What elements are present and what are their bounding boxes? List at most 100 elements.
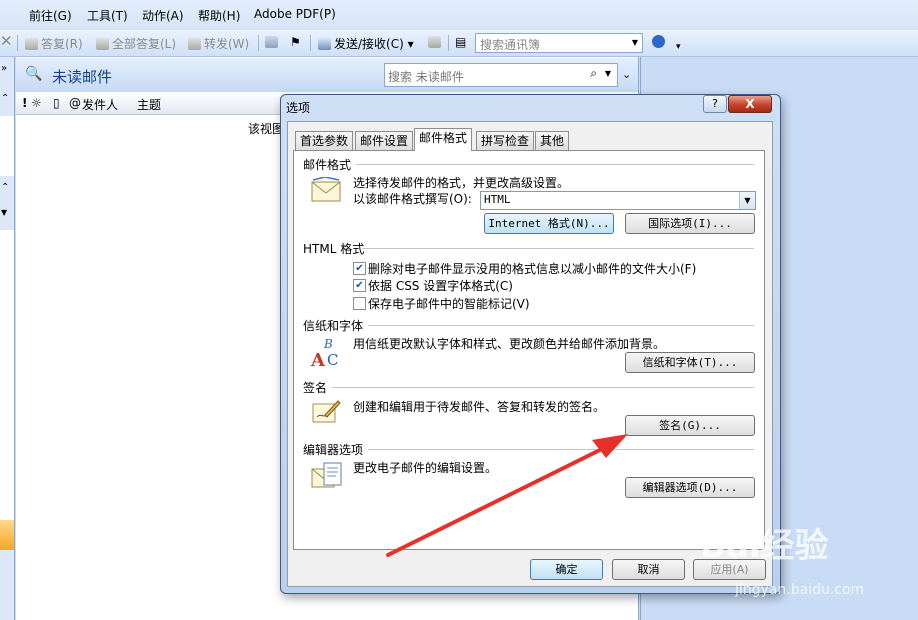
toolbar-separator bbox=[448, 35, 449, 51]
send-receive-icon bbox=[318, 38, 331, 50]
reply-button[interactable]: 答复(R) bbox=[25, 35, 83, 52]
international-options-button[interactable]: 国际选项(I)... bbox=[625, 213, 755, 234]
toolbar: ✕ 答复(R) 全部答复(L) 转发(W) ⚑ 发送/接收(C) ▾ ▤ ▾ bbox=[0, 30, 918, 57]
section-signature: 签名 bbox=[303, 381, 328, 395]
envelope-icon bbox=[311, 177, 341, 202]
categorize-icon[interactable] bbox=[265, 35, 281, 49]
compose-format-value: HTML bbox=[484, 193, 511, 206]
watermark-url: jingyan.baidu.com bbox=[735, 582, 865, 598]
section-divider bbox=[362, 248, 754, 250]
search-folder-icon: 🔍 bbox=[25, 66, 43, 82]
help-button[interactable]: ? bbox=[703, 95, 727, 113]
section-divider bbox=[368, 325, 754, 327]
svg-text:C: C bbox=[327, 351, 338, 368]
send-receive-button[interactable]: 发送/接收(C) ▾ bbox=[318, 35, 414, 52]
delete-icon[interactable]: ✕ bbox=[0, 32, 13, 50]
menu-go[interactable]: 前往(G) bbox=[29, 7, 72, 24]
close-button[interactable]: X bbox=[728, 95, 772, 113]
toolbar-separator bbox=[258, 35, 259, 51]
dialog-title: 选项 bbox=[286, 101, 311, 115]
signature-button[interactable]: 签名(G)... bbox=[625, 415, 755, 436]
navigation-pane-selected[interactable] bbox=[0, 520, 14, 550]
address-search-placeholder: 搜索通讯簿 bbox=[480, 38, 541, 52]
stationery-fonts-button[interactable]: 信纸和字体(T)... bbox=[625, 352, 755, 373]
option-checkbox-reduce-size[interactable]: ✔ bbox=[353, 262, 366, 275]
mail-format-description: 选择待发邮件的格式，并更改高级设置。 bbox=[353, 176, 570, 190]
editor-description: 更改电子邮件的编辑设置。 bbox=[353, 461, 498, 475]
envelope-icon[interactable] bbox=[428, 35, 444, 49]
internet-format-button[interactable]: Internet 格式(N)... bbox=[484, 213, 614, 234]
compose-format-select[interactable]: HTML ▼ bbox=[480, 191, 756, 210]
expand-search-icon[interactable]: ⌄ bbox=[622, 68, 631, 81]
column-from[interactable]: 发件人 bbox=[82, 96, 118, 113]
reply-icon bbox=[25, 38, 38, 50]
section-editor: 编辑器选项 bbox=[303, 443, 364, 457]
section-divider bbox=[368, 449, 754, 451]
toolbar-separator bbox=[310, 35, 311, 51]
chevron-down-icon[interactable]: ▼ bbox=[1, 208, 7, 217]
empty-view-message: 该视图 bbox=[248, 122, 285, 136]
icon-column-icon[interactable]: ▯ bbox=[53, 96, 60, 110]
compose-format-label: 以该邮件格式撰写(O): bbox=[353, 192, 472, 206]
tab-mail-format[interactable]: 邮件格式 bbox=[414, 128, 473, 151]
reply-all-icon bbox=[96, 38, 109, 50]
watermark-brand: Bai经验 bbox=[700, 526, 829, 566]
chevron-right-icon[interactable]: » bbox=[1, 63, 7, 74]
chevron-down-icon[interactable]: ▼ bbox=[628, 34, 642, 52]
option-label-css: 依据 CSS 设置字体格式(C) bbox=[368, 279, 513, 293]
folder-title: 未读邮件 bbox=[52, 68, 113, 86]
tab-preferences[interactable]: 首选参数 bbox=[295, 131, 354, 150]
address-book-icon[interactable]: ▤ bbox=[455, 35, 466, 49]
section-divider bbox=[356, 164, 754, 166]
menu-help[interactable]: 帮助(H) bbox=[198, 7, 240, 24]
reminder-column-icon[interactable]: ☼ bbox=[31, 96, 42, 110]
attachment-column-icon[interactable]: @ bbox=[69, 96, 81, 110]
menu-tools[interactable]: 工具(T) bbox=[87, 7, 128, 24]
chevron-down-icon[interactable]: ▼ bbox=[605, 69, 611, 78]
column-subject[interactable]: 主题 bbox=[137, 96, 161, 113]
mail-search-placeholder: 搜索 未读邮件 bbox=[388, 70, 464, 84]
svg-text:B: B bbox=[323, 337, 333, 351]
option-label-reduce-size: 删除对电子邮件显示没用的格式信息以减小邮件的文件大小(F) bbox=[368, 262, 697, 276]
search-icon[interactable]: ⌕ bbox=[590, 66, 597, 81]
menu-adobe-pdf[interactable]: Adobe PDF(P) bbox=[254, 7, 336, 21]
reply-label: 答复(R) bbox=[41, 37, 83, 51]
section-html-format: HTML 格式 bbox=[303, 242, 365, 256]
menu-actions[interactable]: 动作(A) bbox=[142, 7, 184, 24]
signature-description: 创建和编辑用于待发邮件、答复和转发的签名。 bbox=[353, 400, 606, 414]
stationery-fonts-icon: B A C bbox=[310, 337, 338, 368]
editor-options-icon bbox=[311, 462, 342, 488]
tab-mail-setup[interactable]: 邮件设置 bbox=[355, 131, 414, 150]
editor-options-button[interactable]: 编辑器选项(D)... bbox=[625, 477, 755, 498]
option-checkbox-css[interactable]: ✔ bbox=[353, 279, 366, 292]
forward-icon bbox=[188, 38, 201, 50]
menu-bar: 前往(G) 工具(T) 动作(A) 帮助(H) Adobe PDF(P) bbox=[0, 0, 918, 31]
option-label-smart-tags: 保存电子邮件中的智能标记(V) bbox=[368, 297, 530, 311]
chevron-up-icon[interactable]: ⌃ bbox=[1, 93, 9, 104]
tab-spelling[interactable]: 拼写检查 bbox=[476, 131, 535, 150]
chevron-down-icon[interactable]: ▼ bbox=[739, 192, 755, 209]
cancel-button[interactable]: 取消 bbox=[612, 559, 685, 580]
section-stationery: 信纸和字体 bbox=[303, 319, 364, 333]
send-receive-label: 发送/接收(C) bbox=[334, 37, 404, 51]
reply-all-button[interactable]: 全部答复(L) bbox=[96, 35, 176, 52]
mail-search-input[interactable]: 搜索 未读邮件 ⌕ ▼ bbox=[384, 63, 618, 87]
forward-button[interactable]: 转发(W) bbox=[188, 35, 249, 52]
address-book-search-input[interactable]: 搜索通讯簿 ▼ bbox=[475, 33, 643, 53]
help-icon[interactable] bbox=[652, 35, 668, 49]
importance-column-icon[interactable]: ! bbox=[22, 96, 27, 110]
signature-pen-icon bbox=[312, 400, 341, 423]
option-checkbox-smart-tags[interactable] bbox=[353, 297, 366, 310]
navigation-pane-panel bbox=[0, 116, 14, 176]
stationery-description: 用信纸更改默认字体和样式、更改颜色并给邮件添加背景。 bbox=[353, 337, 666, 351]
svg-text:A: A bbox=[310, 350, 326, 368]
chevron-up-icon[interactable]: ⌃ bbox=[1, 182, 9, 193]
follow-up-flag-icon[interactable]: ⚑ bbox=[290, 35, 301, 49]
ok-button[interactable]: 确定 bbox=[530, 559, 603, 580]
toolbar-separator bbox=[17, 35, 18, 51]
tab-other[interactable]: 其他 bbox=[535, 131, 570, 150]
section-divider bbox=[332, 387, 754, 389]
toolbar-overflow-icon[interactable]: ▾ bbox=[676, 42, 681, 52]
reply-all-label: 全部答复(L) bbox=[112, 37, 177, 51]
section-mail-format: 邮件格式 bbox=[303, 158, 352, 172]
